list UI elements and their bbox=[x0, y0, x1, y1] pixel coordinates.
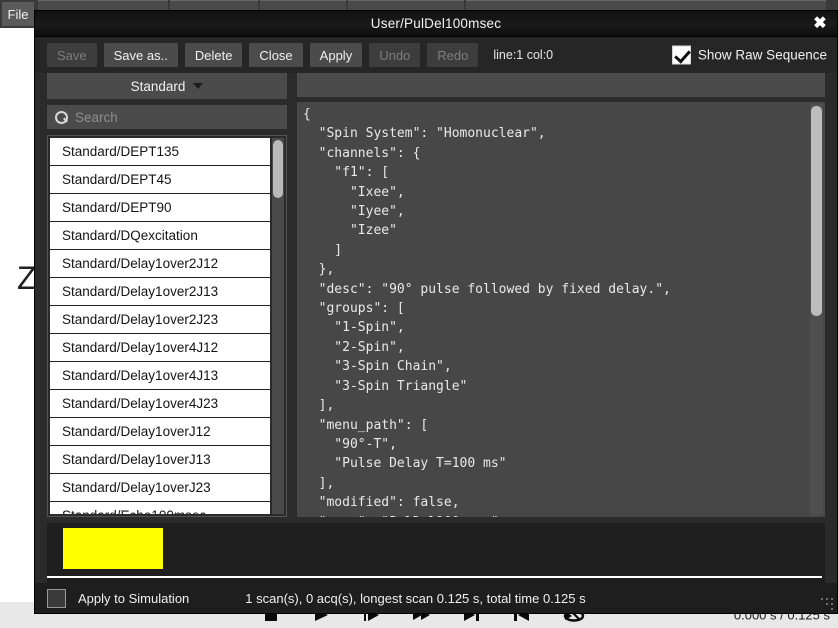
list-item[interactable]: Standard/DEPT45 bbox=[50, 166, 270, 194]
dialog-titlebar: User/PulDel100msec ✖ bbox=[35, 11, 837, 37]
pulse-baseline bbox=[47, 576, 822, 578]
delete-button[interactable]: Delete bbox=[185, 43, 243, 67]
sequence-list-scroll-thumb[interactable] bbox=[273, 140, 283, 198]
close-icon[interactable]: ✖ bbox=[809, 13, 831, 35]
chevron-down-icon bbox=[193, 83, 203, 89]
editor-filter-input[interactable] bbox=[297, 73, 825, 97]
list-item[interactable]: Standard/Delay1over2J12 bbox=[50, 250, 270, 278]
apply-button[interactable]: Apply bbox=[310, 43, 363, 67]
redo-button[interactable]: Redo bbox=[427, 43, 478, 67]
app-root: Z File bbox=[0, 0, 838, 628]
sequence-list-scrollbar[interactable] bbox=[272, 138, 284, 514]
show-raw-sequence-checkbox[interactable] bbox=[672, 46, 691, 65]
search-placeholder: Search bbox=[75, 110, 118, 125]
show-raw-sequence-toggle[interactable]: Show Raw Sequence bbox=[672, 46, 827, 65]
dialog-body: Standard Search Standard/DEPT135Standard… bbox=[35, 73, 837, 517]
json-editor-content[interactable]: { "Spin System": "Homonuclear", "channel… bbox=[303, 105, 805, 517]
file-menu-button[interactable]: File bbox=[2, 2, 34, 26]
list-item[interactable]: Standard/Delay1overJ13 bbox=[50, 446, 270, 474]
close-button[interactable]: Close bbox=[249, 43, 302, 67]
list-item[interactable]: Standard/Delay1over2J23 bbox=[50, 306, 270, 334]
simulation-status-bar: Apply to Simulation 1 scan(s), 0 acq(s),… bbox=[35, 583, 837, 613]
apply-to-simulation-checkbox[interactable] bbox=[47, 589, 66, 608]
json-editor[interactable]: { "Spin System": "Homonuclear", "channel… bbox=[297, 102, 825, 517]
pulse-block bbox=[63, 528, 163, 569]
list-item[interactable]: Standard/Delay1overJ23 bbox=[50, 474, 270, 502]
search-icon bbox=[55, 111, 68, 124]
editor-scrollbar[interactable] bbox=[810, 104, 823, 515]
search-input[interactable]: Search bbox=[47, 105, 287, 129]
list-item[interactable]: Standard/Delay1over2J13 bbox=[50, 278, 270, 306]
resize-grip-icon[interactable] bbox=[820, 597, 834, 611]
category-dropdown[interactable]: Standard bbox=[47, 73, 287, 99]
undo-button[interactable]: Undo bbox=[369, 43, 420, 67]
list-item[interactable]: Standard/Delay1over4J23 bbox=[50, 390, 270, 418]
list-item[interactable]: Standard/DEPT135 bbox=[50, 138, 270, 166]
save-as-button[interactable]: Save as.. bbox=[104, 43, 178, 67]
apply-to-simulation-label: Apply to Simulation bbox=[78, 591, 189, 606]
pulse-sequence-preview bbox=[47, 523, 825, 583]
list-item[interactable]: Standard/DQexcitation bbox=[50, 222, 270, 250]
sequence-library-pane: Standard Search Standard/DEPT135Standard… bbox=[47, 73, 287, 517]
sequence-list: Standard/DEPT135Standard/DEPT45Standard/… bbox=[47, 135, 287, 517]
editor-pane: { "Spin System": "Homonuclear", "channel… bbox=[297, 73, 825, 517]
sequence-list-items: Standard/DEPT135Standard/DEPT45Standard/… bbox=[50, 138, 270, 514]
save-button[interactable]: Save bbox=[47, 43, 97, 67]
list-item[interactable]: Standard/Echo100msec bbox=[50, 502, 270, 514]
list-item[interactable]: Standard/Delay1over4J13 bbox=[50, 362, 270, 390]
cursor-position-status: line:1 col:0 bbox=[493, 48, 553, 62]
editor-scroll-thumb[interactable] bbox=[811, 106, 822, 316]
list-item[interactable]: Standard/DEPT90 bbox=[50, 194, 270, 222]
scan-statistics: 1 scan(s), 0 acq(s), longest scan 0.125 … bbox=[245, 591, 585, 606]
dialog-toolbar: Save Save as.. Delete Close Apply Undo R… bbox=[35, 37, 837, 73]
dialog-title: User/PulDel100msec bbox=[371, 16, 501, 31]
category-dropdown-value: Standard bbox=[131, 79, 186, 94]
show-raw-sequence-label: Show Raw Sequence bbox=[698, 48, 827, 63]
list-item[interactable]: Standard/Delay1overJ12 bbox=[50, 418, 270, 446]
pulse-sequence-editor-dialog: User/PulDel100msec ✖ Save Save as.. Dele… bbox=[34, 10, 838, 614]
list-item[interactable]: Standard/Delay1over4J12 bbox=[50, 334, 270, 362]
